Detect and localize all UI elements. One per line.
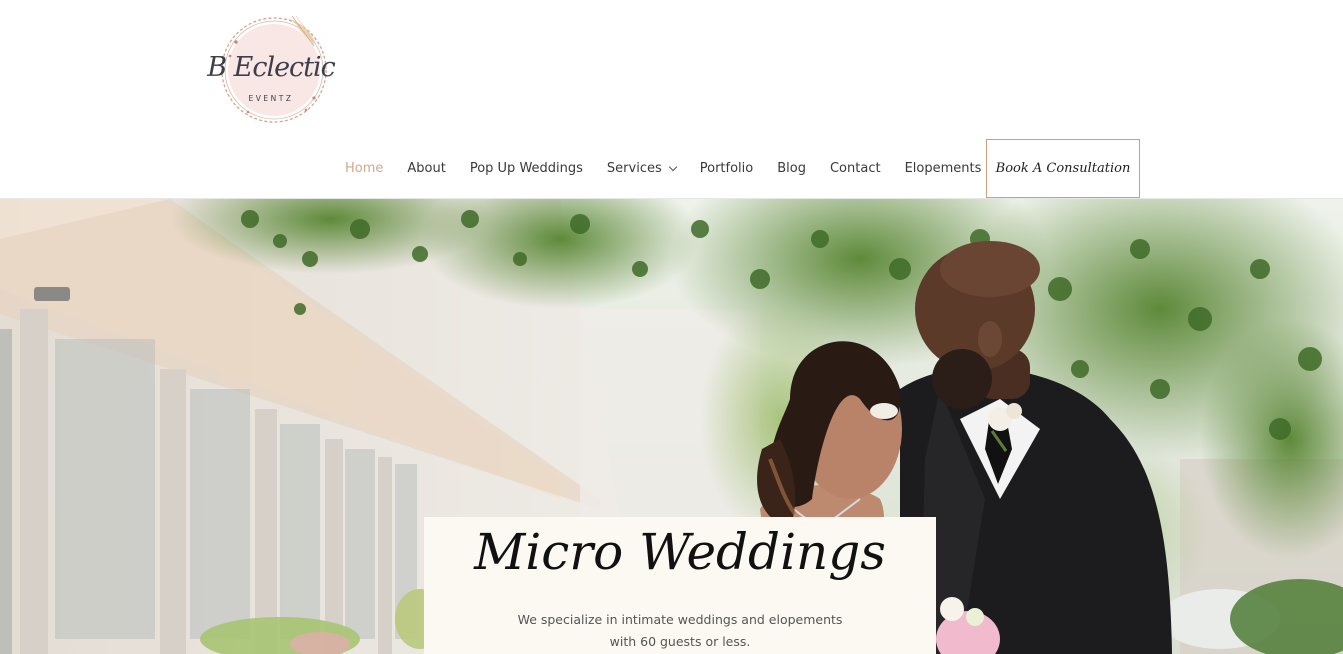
hero-title: Micro Weddings <box>474 523 886 581</box>
main-nav: Home About Pop Up Weddings Services Port… <box>333 139 993 198</box>
nav-label: Contact <box>829 161 881 176</box>
site-header: B Eclectic EVENTZ Home About Pop Up Wedd… <box>0 0 1343 199</box>
hero-text-line-2: with 60 guests or less. <box>609 634 751 649</box>
hero-card: Micro Weddings We specialize in intimate… <box>424 517 936 654</box>
nav-label: Services <box>606 161 662 176</box>
nav-item-pop-up-weddings[interactable]: Pop Up Weddings <box>458 161 595 176</box>
nav-item-services[interactable]: Services <box>595 161 688 176</box>
logo-script-text: B Eclectic <box>207 52 336 83</box>
nav-item-contact[interactable]: Contact <box>818 161 893 176</box>
nav-label: Portfolio <box>699 161 754 176</box>
nav-item-blog[interactable]: Blog <box>765 161 818 176</box>
nav-item-portfolio[interactable]: Portfolio <box>688 161 765 176</box>
nav-label: Home <box>345 161 384 176</box>
nav-item-about[interactable]: About <box>395 161 457 176</box>
logo-subtitle: EVENTZ <box>248 94 294 103</box>
nav-label: Pop Up Weddings <box>469 161 583 176</box>
brand-logo[interactable]: B Eclectic EVENTZ <box>196 12 346 128</box>
hero-text-line-1: We specialize in intimate weddings and e… <box>517 612 843 627</box>
hero-banner: Micro Weddings We specialize in intimate… <box>0 199 1343 654</box>
chevron-down-icon <box>668 162 677 171</box>
nav-item-home[interactable]: Home <box>333 161 395 176</box>
nav-label: Elopements <box>904 161 982 176</box>
nav-label: About <box>407 161 446 176</box>
hero-description: We specialize in intimate weddings and e… <box>424 609 936 653</box>
nav-label: Blog <box>777 161 806 176</box>
nav-item-elopements[interactable]: Elopements <box>893 161 994 176</box>
book-consultation-button[interactable]: Book A Consultation <box>986 139 1140 198</box>
